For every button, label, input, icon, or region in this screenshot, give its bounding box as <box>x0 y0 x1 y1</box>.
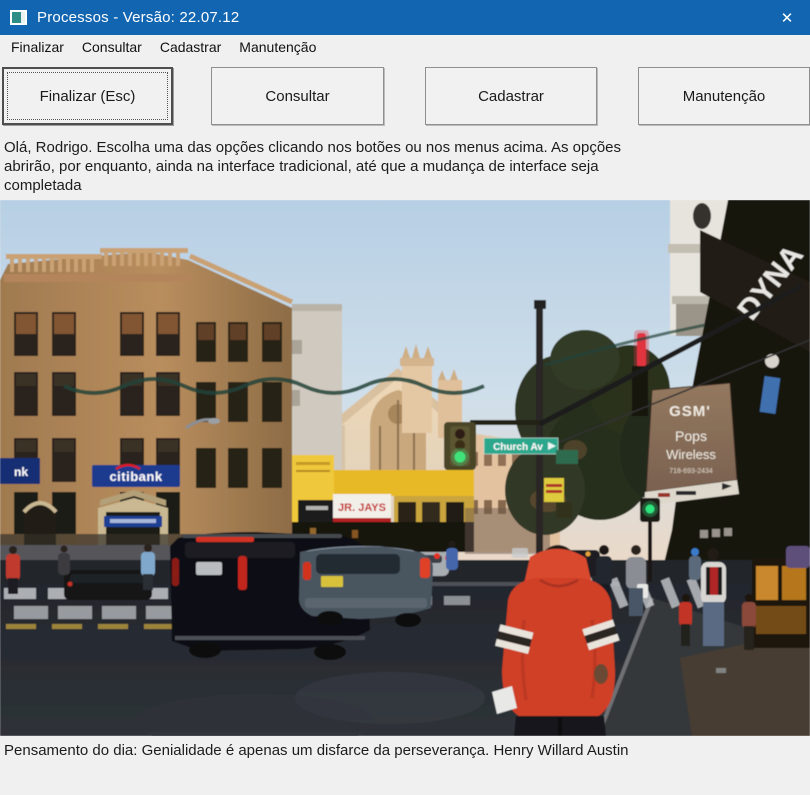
greeting-line: abrirão, por enquanto, ainda na interfac… <box>4 157 804 176</box>
street-photo: nk citibank <box>0 200 810 736</box>
street-photo-canvas: nk citibank <box>0 200 810 736</box>
gsm-text-1: GSM' <box>669 403 711 420</box>
gsm-phone-text: 718-693-2434 <box>669 468 713 475</box>
jrjays-text: JR. JAYS <box>338 502 386 514</box>
app-window: Processos - Versão: 22.07.12 ✕ Finalizar… <box>0 0 810 786</box>
cadastrar-button[interactable]: Cadastrar <box>425 67 597 125</box>
finalizar-button[interactable]: Finalizar (Esc) <box>2 67 173 125</box>
footer-quote: Pensamento do dia: Genialidade é apenas … <box>0 736 810 795</box>
greeting-text: Olá, Rodrigo. Escolha uma das opções cli… <box>0 135 810 200</box>
manutencao-button[interactable]: Manutenção <box>638 67 810 125</box>
gsm-text-2: Pops <box>675 428 707 444</box>
window-title: Processos - Versão: 22.07.12 <box>37 9 239 26</box>
close-button[interactable]: ✕ <box>764 0 810 35</box>
citibank-sign-text: citibank <box>109 469 162 484</box>
greeting-line: completada <box>4 176 804 195</box>
app-icon <box>10 10 27 25</box>
title-bar: Processos - Versão: 22.07.12 ✕ <box>0 0 810 35</box>
citibank-sign-side-text: nk <box>14 465 28 479</box>
brick-building: nk citibank <box>0 248 292 552</box>
traffic-light <box>444 422 476 470</box>
menu-manutencao[interactable]: Manutenção <box>230 35 325 59</box>
menu-finalizar[interactable]: Finalizar <box>2 35 73 59</box>
street-name-text: Church Av <box>493 442 543 453</box>
consultar-button[interactable]: Consultar <box>211 67 384 125</box>
gray-suv <box>299 546 433 627</box>
street-name-sign: Church Av <box>484 438 558 454</box>
gsm-text-3: Wireless <box>666 447 716 462</box>
button-row: Finalizar (Esc) Consultar Cadastrar Manu… <box>0 59 810 135</box>
greeting-line: Olá, Rodrigo. Escolha uma das opções cli… <box>4 138 804 157</box>
menu-cadastrar[interactable]: Cadastrar <box>151 35 230 59</box>
menu-consultar[interactable]: Consultar <box>73 35 151 59</box>
menu-bar: Finalizar Consultar Cadastrar Manutenção <box>0 35 810 59</box>
